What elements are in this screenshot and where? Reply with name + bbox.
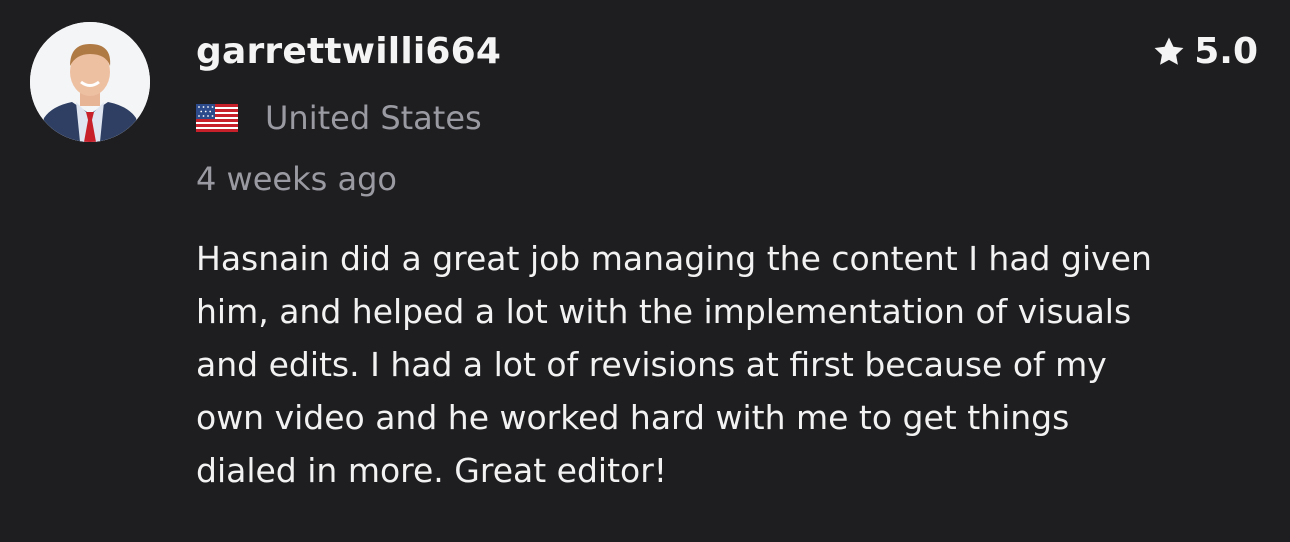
reviewer-country: United States [265, 99, 482, 137]
star-icon [1154, 37, 1184, 65]
review-text-line: Hasnain did a great job managing the con… [196, 239, 1152, 278]
review-text: Hasnain did a great job managing the con… [196, 232, 1266, 497]
review-text-line: him, and helped a lot with the implement… [196, 292, 1132, 331]
review-card: garrettwilli664 5.0 United States 4 week… [0, 0, 1290, 542]
reviewer-username[interactable]: garrettwilli664 [196, 28, 501, 76]
reviewer-photo [30, 22, 150, 142]
rating-value: 5.0 [1194, 31, 1258, 72]
avatar[interactable] [30, 22, 150, 142]
review-text-line: and edits. I had a lot of revisions at f… [196, 345, 1107, 384]
reviewer-location: United States [196, 96, 482, 140]
us-flag-icon [196, 104, 238, 132]
review-text-line: own video and he worked hard with me to … [196, 398, 1070, 437]
review-text-line: dialed in more. Great editor! [196, 451, 667, 490]
rating: 5.0 [1152, 28, 1258, 76]
review-timestamp: 4 weeks ago [196, 160, 397, 198]
